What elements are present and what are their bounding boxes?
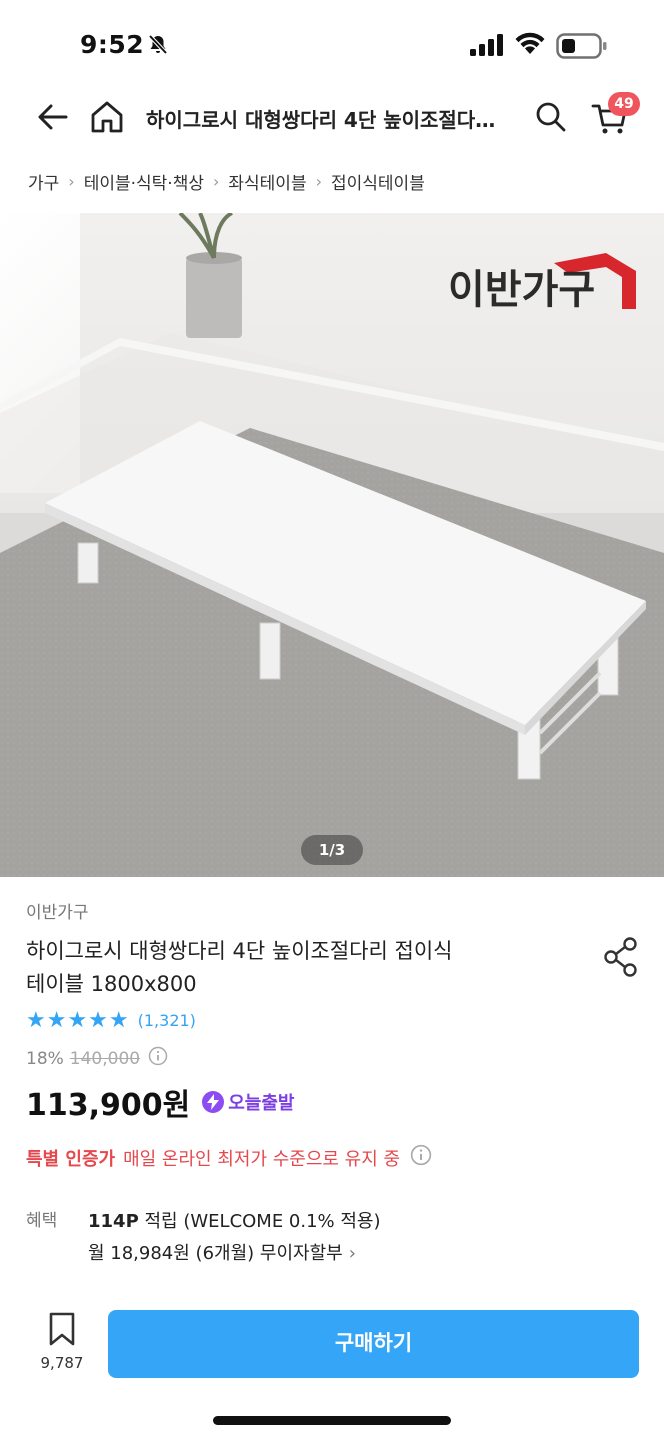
product-name: 하이그로시 대형쌍다리 4단 높이조절다리 접이식 테이블 1800x800	[26, 935, 546, 1001]
image-counter: 1/3	[301, 835, 363, 865]
discount-rate: 18%	[26, 1048, 64, 1069]
status-bar: 9:52	[0, 0, 664, 90]
info-icon[interactable]	[410, 1144, 432, 1171]
breadcrumb-item[interactable]: 좌식테이블	[228, 169, 306, 194]
brand-logo-text: 이반가구	[448, 267, 595, 313]
status-time: 9:52	[80, 30, 145, 59]
product-name-line2: 테이블 1800x800	[26, 972, 197, 996]
points-amount: 114P	[88, 1211, 139, 1232]
product-image-carousel[interactable]: 이반가구 1/3	[0, 213, 664, 877]
breadcrumb-item[interactable]: 접이식테이블	[331, 169, 425, 194]
back-arrow-icon[interactable]	[34, 98, 72, 140]
product-name-line1: 하이그로시 대형쌍다리 4단 높이조절다리 접이식	[26, 939, 453, 963]
points-line: 114P 적립 (WELCOME 0.1% 적용)	[88, 1206, 381, 1238]
benefit-details: 114P 적립 (WELCOME 0.1% 적용) 월 18,984원 (6개월…	[88, 1206, 381, 1270]
home-indicator	[213, 1416, 451, 1425]
sale-price: 113,900원	[26, 1088, 191, 1123]
special-price-label: 특별 인증가	[26, 1148, 116, 1170]
top-nav-bar: 하이그로시 대형쌍다리 4단 높이조절다리 접이식 테이블 1800x800 4…	[0, 90, 664, 150]
home-icon[interactable]	[88, 98, 126, 140]
installment-text: 월 18,984원 (6개월) 무이자할부	[88, 1243, 343, 1264]
wifi-icon	[514, 32, 546, 60]
points-desc: 적립 (WELCOME 0.1% 적용)	[144, 1211, 381, 1232]
page-title: 하이그로시 대형쌍다리 4단 높이조절다리 접이식 테이블 1800x800	[146, 108, 506, 132]
bookmark-count: 9,787	[40, 1354, 84, 1372]
price-row: 113,900원 오늘출발	[26, 1080, 295, 1124]
chevron-right-icon: ›	[348, 1243, 356, 1264]
share-icon[interactable]	[602, 936, 640, 982]
bookmark-icon	[49, 1312, 75, 1346]
cellular-signal-icon	[470, 34, 504, 60]
info-icon[interactable]	[148, 1046, 168, 1071]
battery-icon	[556, 33, 608, 63]
bottom-action-bar: 9,787 구매하기	[0, 1290, 664, 1440]
installment-line[interactable]: 월 18,984원 (6개월) 무이자할부 ›	[88, 1238, 381, 1270]
original-price: 140,000	[69, 1048, 141, 1069]
cart-count-badge: 49	[608, 92, 640, 116]
benefit-label: 혜택	[26, 1211, 58, 1231]
buy-button[interactable]: 구매하기	[108, 1310, 639, 1378]
today-delivery-badge: 오늘출발	[202, 1089, 295, 1115]
discount-row: 18% 140,000	[26, 1046, 168, 1071]
seller-name[interactable]: 이반가구	[26, 898, 89, 923]
review-count[interactable]: (1,321)	[138, 1011, 196, 1030]
bookmark-button[interactable]: 9,787	[36, 1312, 88, 1372]
brand-logo: 이반가구	[446, 251, 638, 317]
today-delivery-label: 오늘출발	[228, 1093, 295, 1114]
chevron-right-icon: ›	[68, 171, 75, 191]
bell-muted-icon	[146, 33, 170, 61]
breadcrumb: 가구 › 테이블·식탁·책상 › 좌식테이블 › 접이식테이블	[28, 166, 425, 196]
special-price-desc: 매일 온라인 최저가 수준으로 유지 중	[123, 1148, 401, 1170]
special-price-notice: 특별 인증가 매일 온라인 최저가 수준으로 유지 중	[26, 1144, 432, 1171]
search-icon[interactable]	[534, 100, 568, 138]
rating-summary[interactable]: ★★★★★ (1,321)	[26, 1008, 196, 1033]
chevron-right-icon: ›	[315, 171, 322, 191]
chevron-right-icon: ›	[212, 171, 220, 191]
breadcrumb-item[interactable]: 테이블·식탁·책상	[84, 169, 204, 194]
breadcrumb-item[interactable]: 가구	[28, 169, 59, 194]
star-rating-icon: ★★★★★	[26, 1008, 130, 1033]
lightning-icon	[202, 1091, 225, 1113]
